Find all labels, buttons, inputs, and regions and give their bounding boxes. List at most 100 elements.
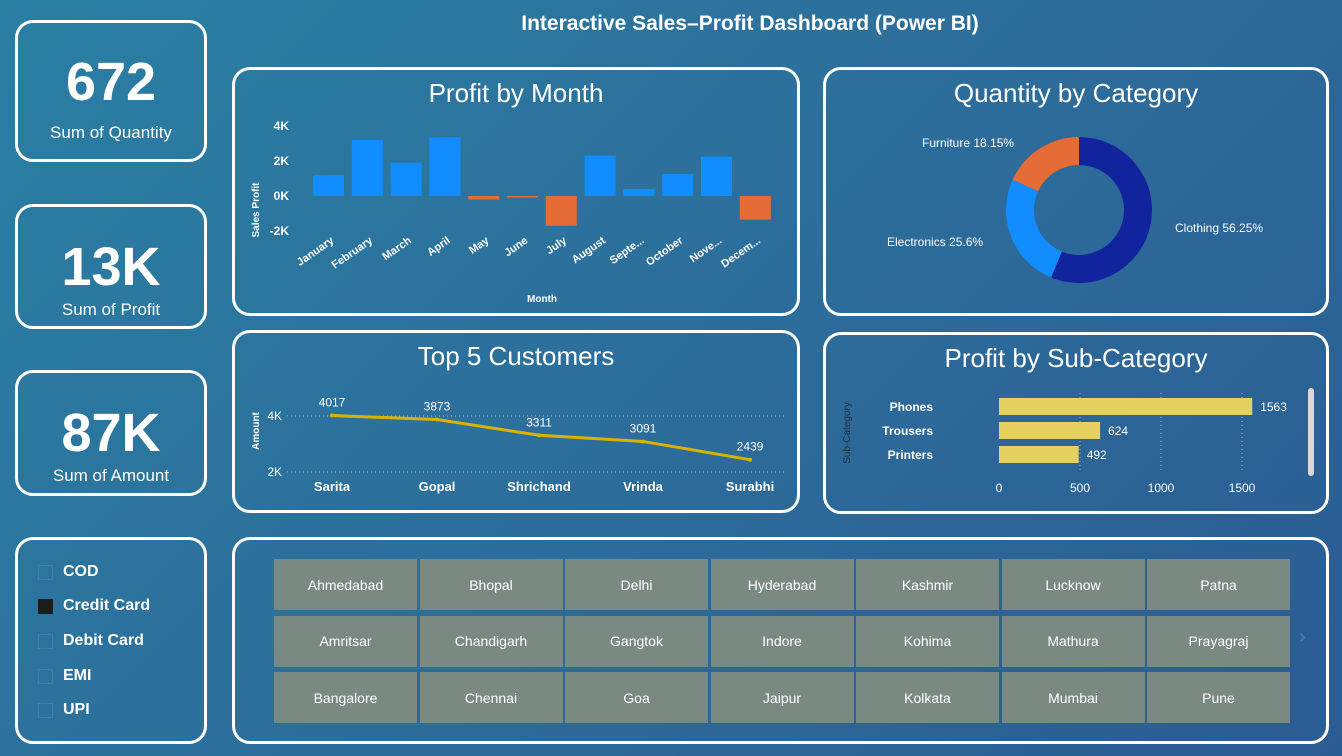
- payment-option-label: Credit Card: [63, 597, 151, 614]
- city-tile[interactable]: Indore: [710, 615, 854, 667]
- month-xtick: February: [330, 234, 376, 271]
- customers-ylabel: Amount: [251, 411, 262, 449]
- dashboard-title: Interactive Sales–Profit Dashboard (Powe…: [521, 12, 979, 35]
- kpi-profit-card[interactable]: 13K Sum of Profit: [15, 204, 207, 329]
- checkbox[interactable]: [38, 564, 53, 580]
- payment-option-debit-card[interactable]: Debit Card: [38, 630, 144, 652]
- category-slice[interactable]: [1006, 179, 1062, 278]
- checkbox[interactable]: [38, 668, 53, 684]
- city-tile[interactable]: Kohima: [856, 615, 999, 667]
- payment-mode-slicer[interactable]: COD Credit Card Debit Card EMI UPI: [15, 537, 207, 744]
- payment-option-credit-card[interactable]: Credit Card: [38, 595, 150, 617]
- kpi-amount-card[interactable]: 87K Sum of Amount: [15, 370, 207, 496]
- subcat-value-label: 624: [1108, 424, 1128, 438]
- month-bar[interactable]: [429, 137, 461, 196]
- city-tile[interactable]: Amritsar: [274, 615, 417, 667]
- month-bar[interactable]: [351, 140, 383, 196]
- category-label-clothing: Clothing 56.25%: [1175, 221, 1263, 235]
- customers-point[interactable]: [537, 433, 541, 438]
- month-bar[interactable]: [390, 162, 422, 196]
- next-page-arrow-icon[interactable]: ›: [1299, 626, 1306, 649]
- subcat-xtick: 1000: [1148, 481, 1175, 495]
- subcat-name: Printers: [888, 448, 934, 462]
- city-tile[interactable]: Gangtok: [565, 615, 708, 667]
- payment-option-label: Debit Card: [63, 632, 144, 649]
- month-bar[interactable]: [662, 174, 694, 196]
- customers-value-label: 3091: [630, 421, 657, 435]
- month-bar[interactable]: [584, 155, 616, 196]
- city-tile[interactable]: Kashmir: [856, 559, 999, 610]
- payment-option-upi[interactable]: UPI: [38, 699, 90, 721]
- customers-value-label: 3873: [424, 400, 451, 414]
- city-tile[interactable]: Ahmedabad: [274, 559, 417, 610]
- subcat-xtick: 500: [1070, 481, 1090, 495]
- category-slice[interactable]: [1012, 137, 1079, 192]
- checkbox[interactable]: [38, 633, 53, 649]
- month-xtick: June: [502, 235, 530, 260]
- profit-by-month-chart[interactable]: Sales Profit Month 4K2K0K-2KJanuaryFebru…: [235, 70, 797, 313]
- month-xtick: May: [467, 234, 492, 257]
- city-tile[interactable]: Mumbai: [1001, 672, 1145, 723]
- city-tile[interactable]: Goa: [565, 672, 708, 723]
- customers-point[interactable]: [330, 413, 334, 418]
- month-xtick: Septe...: [608, 235, 647, 267]
- payment-option-label: EMI: [63, 667, 92, 684]
- city-tile[interactable]: Pune: [1147, 672, 1290, 723]
- subcat-value-label: 1563: [1260, 400, 1287, 414]
- month-xtick: October: [644, 234, 686, 268]
- city-tile[interactable]: Delhi: [565, 559, 708, 610]
- month-bar[interactable]: [623, 189, 655, 196]
- subcat-value-label: 492: [1087, 448, 1107, 462]
- month-bar[interactable]: [739, 196, 771, 220]
- city-tile[interactable]: Bhopal: [419, 559, 563, 610]
- customers-xtick: Vrinda: [623, 479, 664, 494]
- month-xtick: April: [425, 235, 452, 259]
- month-bar[interactable]: [701, 156, 732, 196]
- subcat-bar[interactable]: [999, 446, 1079, 463]
- city-slicer[interactable]: Ahmedabad Bhopal Delhi Hyderabad Kashmir Luck…: [232, 537, 1329, 744]
- city-tile[interactable]: Lucknow: [1001, 559, 1145, 610]
- profit-by-subcategory-panel[interactable]: Profit by Sub-Category Sub-Category 0 500…: [823, 332, 1329, 514]
- month-bar[interactable]: [545, 196, 577, 226]
- city-tile[interactable]: Jaipur: [710, 672, 854, 723]
- checkbox[interactable]: [38, 598, 53, 614]
- city-tile[interactable]: Chandigarh: [419, 615, 563, 667]
- customers-point[interactable]: [435, 417, 439, 422]
- category-label-furniture: Furniture 18.15%: [922, 136, 1014, 150]
- city-tile[interactable]: Mathura: [1001, 615, 1145, 667]
- profit-by-month-panel[interactable]: Profit by Month Sales Profit Month 4K 2K 0…: [232, 67, 800, 316]
- month-bar[interactable]: [468, 196, 500, 200]
- quantity-donut-chart[interactable]: Clothing 56.25% Electronics 25.6% Furnitur…: [826, 70, 1326, 313]
- checkbox[interactable]: [38, 702, 53, 718]
- customers-xtick: Surabhi: [726, 479, 774, 494]
- month-bar[interactable]: [313, 175, 344, 196]
- top5-customers-chart[interactable]: Amount 4K 2K 4017 Sarita 3873 Gopal 3311 Shrich…: [235, 333, 797, 510]
- city-tile[interactable]: Chennai: [419, 672, 563, 723]
- subcat-bar[interactable]: [999, 422, 1101, 439]
- city-tile[interactable]: Bangalore: [274, 672, 417, 723]
- city-tile[interactable]: Patna: [1147, 559, 1290, 610]
- subcat-xtick: 1500: [1229, 481, 1256, 495]
- top5-customers-panel[interactable]: Top 5 Customers Amount 4K 2K 4017 Sarita 387…: [232, 330, 800, 513]
- subcategory-scrollbar[interactable]: [1308, 388, 1314, 476]
- subcat-bar[interactable]: [999, 398, 1253, 415]
- month-xtick: Decem...: [719, 235, 763, 271]
- customers-point[interactable]: [748, 457, 752, 462]
- month-bar[interactable]: [507, 196, 538, 198]
- kpi-amount-value: 87K: [61, 403, 161, 463]
- month-xtick: July: [544, 234, 570, 257]
- city-tile[interactable]: Kolkata: [856, 672, 999, 723]
- customers-xtick: Sarita: [314, 479, 351, 494]
- customers-value-label: 4017: [319, 396, 346, 410]
- city-tile[interactable]: Hyderabad: [710, 559, 854, 610]
- payment-option-emi[interactable]: EMI: [38, 665, 91, 687]
- profit-by-subcategory-chart[interactable]: Sub-Category 0 500 1000 1500 Phones 1563 Trous…: [826, 335, 1326, 511]
- kpi-quantity-card[interactable]: 672 Sum of Quantity: [15, 20, 207, 162]
- subcat-name: Trousers: [882, 424, 933, 438]
- customers-point[interactable]: [641, 439, 645, 444]
- payment-option-cod[interactable]: COD: [38, 561, 99, 583]
- city-tile[interactable]: Prayagraj: [1147, 615, 1290, 667]
- month-ytick: -2K: [270, 224, 290, 238]
- quantity-by-category-panel[interactable]: Quantity by Category Clothing 56.25% Elec…: [823, 67, 1329, 316]
- kpi-quantity-value: 672: [65, 52, 157, 112]
